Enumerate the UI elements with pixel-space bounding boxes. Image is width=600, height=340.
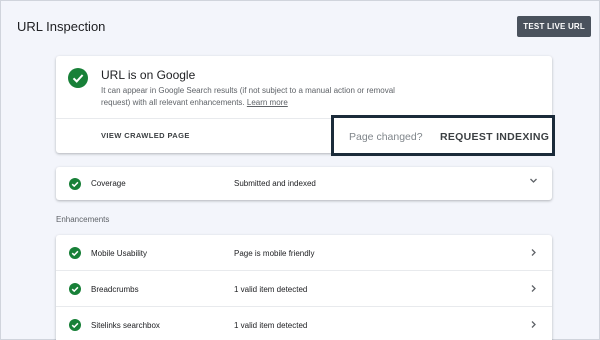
test-live-url-button[interactable]: TEST LIVE URL: [517, 16, 591, 37]
chevron-right-icon[interactable]: [529, 248, 538, 259]
enhancement-row-sitelinks-searchbox[interactable]: Sitelinks searchbox 1 valid item detecte…: [56, 307, 552, 340]
check-circle-icon: [69, 178, 81, 190]
coverage-value: Submitted and indexed: [234, 179, 316, 188]
chevron-right-icon[interactable]: [529, 320, 538, 331]
check-circle-icon: [69, 283, 81, 295]
check-circle-icon: [69, 247, 81, 259]
request-indexing-highlight: Page changed? REQUEST INDEXING: [331, 115, 555, 156]
enhancement-row-mobile-usability[interactable]: Mobile Usability Page is mobile friendly: [56, 235, 552, 271]
status-heading: URL is on Google: [101, 68, 196, 82]
chevron-right-icon[interactable]: [529, 284, 538, 295]
status-description: It can appear in Google Search results (…: [101, 85, 411, 109]
page-title: URL Inspection: [17, 19, 106, 34]
enhancement-value: 1 valid item detected: [234, 285, 308, 294]
enhancement-label: Sitelinks searchbox: [91, 321, 160, 330]
learn-more-link[interactable]: Learn more: [247, 98, 288, 107]
enhancement-label: Mobile Usability: [91, 249, 148, 258]
enhancement-label: Breadcrumbs: [91, 285, 139, 294]
page-changed-text: Page changed?: [349, 131, 423, 143]
enhancement-value: 1 valid item detected: [234, 321, 308, 330]
enhancement-row-breadcrumbs[interactable]: Breadcrumbs 1 valid item detected: [56, 271, 552, 307]
chevron-down-icon[interactable]: [529, 176, 538, 187]
request-indexing-button[interactable]: REQUEST INDEXING: [440, 131, 549, 143]
check-circle-icon: [69, 319, 81, 331]
enhancements-section-label: Enhancements: [56, 215, 110, 224]
check-circle-icon: [68, 68, 88, 88]
coverage-label: Coverage: [91, 179, 126, 188]
enhancements-card: Mobile Usability Page is mobile friendly…: [56, 235, 552, 340]
coverage-row[interactable]: Coverage Submitted and indexed: [56, 167, 552, 200]
view-crawled-page-button[interactable]: VIEW CRAWLED PAGE: [101, 131, 190, 140]
enhancement-value: Page is mobile friendly: [234, 249, 315, 258]
